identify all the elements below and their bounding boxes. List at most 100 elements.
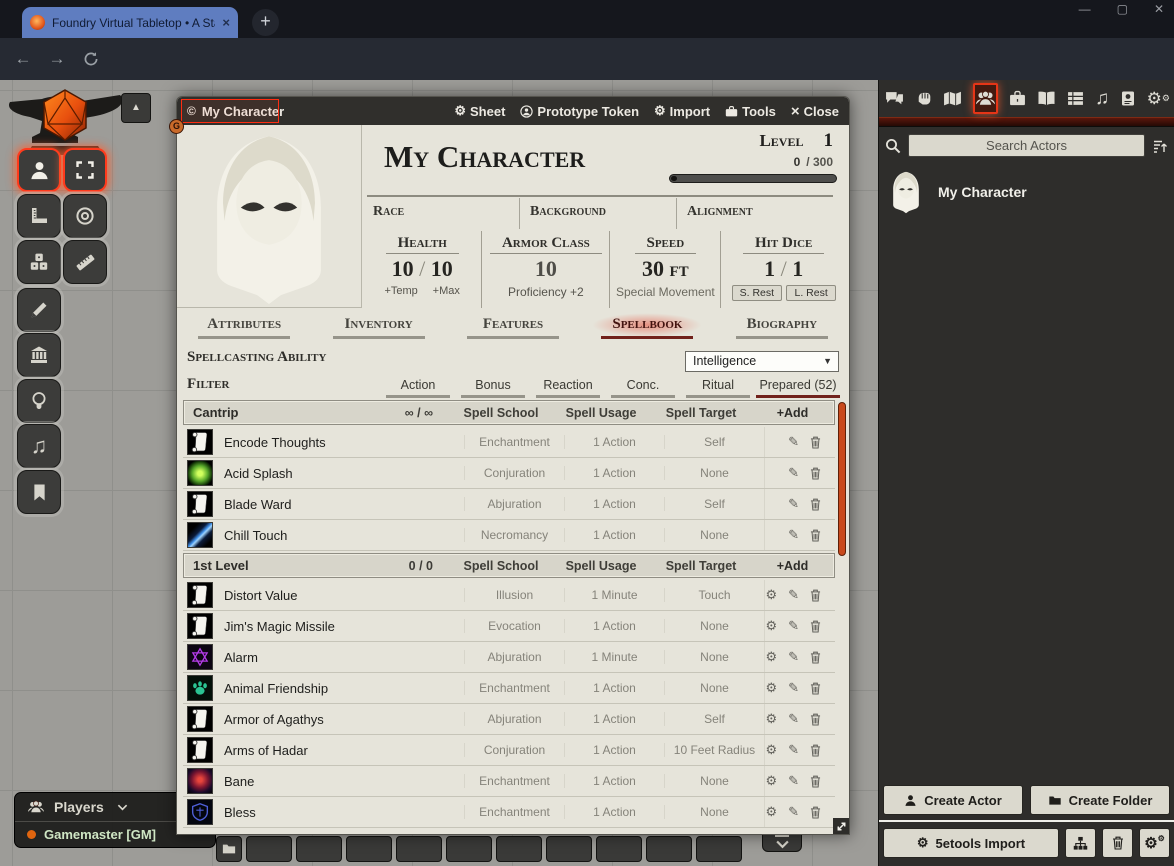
tab-inventory[interactable]: Inventory (311, 313, 445, 346)
delete-icon[interactable] (810, 806, 821, 819)
edit-icon[interactable]: ✎ (788, 465, 799, 481)
tab-scenes-map-icon[interactable] (943, 90, 962, 107)
long-rest-button[interactable]: L. Rest (786, 285, 835, 301)
spell-name[interactable]: Distort Value (224, 588, 297, 603)
short-rest-button[interactable]: S. Rest (732, 285, 782, 301)
close-sheet-button[interactable]: ×Close (791, 103, 839, 120)
maximize-icon[interactable]: ▢ (1117, 2, 1128, 16)
hit-dice-current[interactable]: 1 (764, 256, 775, 281)
macro-slot[interactable] (546, 836, 592, 862)
tab-chat-icon[interactable] (885, 90, 904, 107)
delete-icon[interactable] (810, 713, 821, 726)
forward-icon[interactable]: → (40, 49, 74, 69)
delete-icon[interactable] (810, 436, 821, 449)
spell-icon-scroll[interactable] (187, 429, 213, 455)
browser-tab[interactable]: Foundry Virtual Tabletop • A Stan × (22, 7, 238, 38)
macro-slot[interactable] (346, 836, 392, 862)
spell-name[interactable]: Animal Friendship (224, 681, 328, 696)
spell-icon-scroll[interactable] (187, 582, 213, 608)
section-slots[interactable]: ∞ / ∞ (359, 406, 451, 420)
spell-name[interactable]: Encode Thoughts (224, 435, 326, 450)
settings-gears-button[interactable]: ⚙⚙ (1139, 828, 1170, 858)
tool-notes-bookmark-icon[interactable] (17, 470, 61, 514)
tab-biography[interactable]: Biography (715, 313, 849, 346)
xp-line[interactable]: 0/ 300 (794, 155, 833, 169)
prepare-toggle-icon[interactable]: ⚙ (765, 773, 777, 789)
section-slots[interactable]: 0 / 0 (359, 559, 451, 573)
edit-icon[interactable]: ✎ (788, 527, 799, 543)
edit-icon[interactable]: ✎ (788, 804, 799, 820)
back-icon[interactable]: ← (6, 49, 40, 69)
edit-icon[interactable]: ✎ (788, 496, 799, 512)
tab-tables-icon[interactable] (1067, 90, 1084, 107)
create-actor-button[interactable]: Create Actor (883, 785, 1023, 815)
search-actors-input[interactable] (908, 134, 1145, 157)
folder-tree-button[interactable] (1065, 828, 1096, 858)
edit-icon[interactable]: ✎ (788, 742, 799, 758)
close-window-icon[interactable]: ✕ (1154, 2, 1164, 16)
speed-value[interactable]: 30 ft (610, 256, 720, 282)
import-button[interactable]: ⚙Import (654, 103, 710, 119)
macro-slot[interactable] (446, 836, 492, 862)
tab-settings-gears-icon[interactable]: ⚙⚙ (1147, 90, 1169, 107)
tab-attributes[interactable]: Attributes (177, 313, 311, 346)
tool-target-icon[interactable] (63, 194, 107, 238)
level-value[interactable]: 1 (824, 130, 834, 152)
spell-icon-bless-crest[interactable] (187, 799, 213, 825)
tools-button[interactable]: Tools (725, 104, 776, 119)
ac-value[interactable]: 10 (535, 256, 557, 281)
prepare-toggle-icon[interactable]: ⚙ (765, 587, 777, 603)
spell-icon-chill-touch[interactable] (187, 522, 213, 548)
tab-actors-users-icon[interactable] (973, 83, 998, 114)
prepare-toggle-icon[interactable]: ⚙ (765, 618, 777, 634)
delete-icon[interactable] (810, 682, 821, 695)
tab-items-suitcase-icon[interactable] (1009, 90, 1026, 107)
prepare-toggle-icon[interactable]: ⚙ (765, 711, 777, 727)
spell-name[interactable]: Bless (224, 805, 256, 820)
reload-icon[interactable] (74, 51, 108, 67)
delete-icon[interactable] (810, 498, 821, 511)
prepare-toggle-icon[interactable]: ⚙ (765, 804, 777, 820)
macro-slot[interactable] (696, 836, 742, 862)
tool-dice-icon[interactable] (17, 240, 61, 284)
macro-slot[interactable] (646, 836, 692, 862)
edit-icon[interactable]: ✎ (788, 711, 799, 727)
character-portrait[interactable] (177, 125, 362, 308)
hp-max[interactable]: 10 (431, 256, 453, 281)
actor-name[interactable]: My Character (938, 184, 1027, 200)
tool-select-token[interactable] (17, 148, 61, 192)
prepare-toggle-icon[interactable]: ⚙ (765, 742, 777, 758)
edit-icon[interactable]: ✎ (788, 773, 799, 789)
edit-icon[interactable]: ✎ (788, 587, 799, 603)
filter-prepared[interactable]: Prepared (52) (743, 378, 853, 398)
sheet-config-button[interactable]: ⚙Sheet (454, 103, 505, 119)
macro-slot[interactable] (596, 836, 642, 862)
spell-name[interactable]: Blade Ward (224, 497, 291, 512)
prepare-toggle-icon[interactable]: ⚙ (765, 649, 777, 665)
resize-handle[interactable] (833, 818, 849, 834)
tool-ruler-diagonal-icon[interactable] (63, 240, 107, 284)
create-folder-button[interactable]: Create Folder (1030, 785, 1170, 815)
tab-compendium-icon[interactable] (1120, 90, 1136, 107)
prototype-token-button[interactable]: Prototype Token (520, 104, 639, 119)
sort-filter-icon[interactable] (1152, 138, 1168, 154)
minimize-icon[interactable]: — (1079, 2, 1091, 16)
spell-icon-bane-burst[interactable] (187, 768, 213, 794)
character-name[interactable]: My Character (384, 139, 585, 175)
tool-walls-bank-icon[interactable] (17, 333, 61, 377)
tab-journal-book-icon[interactable] (1037, 90, 1056, 107)
tool-lighting-bulb-icon[interactable] (17, 379, 61, 423)
tab-close-icon[interactable]: × (222, 15, 230, 30)
delete-icon[interactable] (810, 775, 821, 788)
tool-drawings-pencil-icon[interactable] (17, 288, 61, 332)
collapse-nav-button[interactable]: ▲ (121, 93, 151, 123)
new-tab-button[interactable]: + (252, 9, 279, 36)
edit-icon[interactable]: ✎ (788, 434, 799, 450)
spell-name[interactable]: Alarm (224, 650, 258, 665)
delete-icon[interactable] (810, 589, 821, 602)
tool-measure-ruler[interactable] (17, 194, 61, 238)
macro-slot[interactable] (296, 836, 342, 862)
spell-icon-paw[interactable] (187, 675, 213, 701)
sheet-window-header[interactable]: © My Character ⚙Sheet Prototype Token ⚙I… (177, 97, 849, 125)
spell-name[interactable]: Jim's Magic Missile (224, 619, 335, 634)
